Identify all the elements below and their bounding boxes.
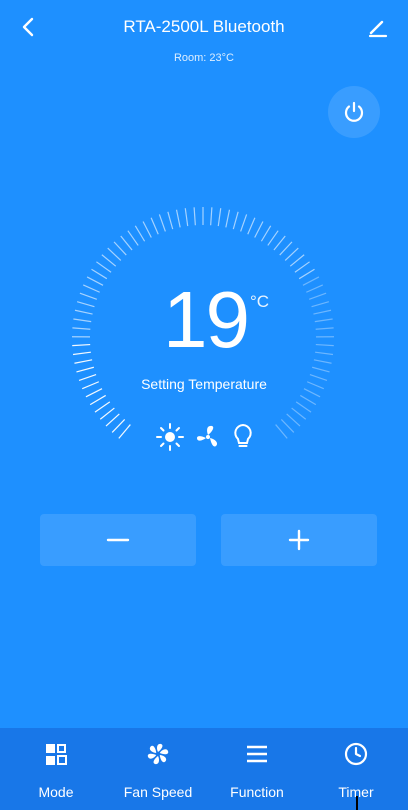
mode-icon [44,742,68,766]
bottom-nav: Mode Fan Speed Function Timer [0,728,408,810]
dial-tick [96,261,112,273]
dial-tick [94,401,111,413]
room-temperature: Room: 23°C [173,52,235,64]
nav-item-fan-speed[interactable]: Fan Speed [108,728,208,810]
plus-icon [288,529,310,551]
nav-label-fan-speed: Fan Speed [123,784,193,800]
dial-tick [120,235,133,251]
dial-tick [298,268,315,280]
decrease-temperature-button[interactable] [40,514,196,566]
edit-button[interactable] [368,18,388,38]
nav-item-function[interactable]: Function [207,728,307,810]
dial-tick [240,214,248,232]
power-icon [344,101,364,122]
pencil-icon [368,20,388,38]
thermostat-screen: RTA-2500L Bluetooth Room: 23°C 19 °C Set… [0,0,408,810]
dial-tick [280,419,295,433]
set-temperature: 19 [163,275,250,364]
dial-tick [193,207,196,226]
dial-tick [72,327,91,330]
dial-tick [158,214,166,232]
dial-tick [273,235,286,251]
dial-tick [291,407,307,420]
clock-icon [344,742,368,766]
dial-tick [76,366,95,373]
dial-tick [302,276,320,286]
dial-tick [113,241,127,256]
dial-tick [294,261,310,273]
dial-tick [315,327,334,330]
dial-tick [184,208,189,227]
fan-icon [193,422,223,457]
dial-tick [76,301,95,308]
dial-tick [142,221,152,238]
bulb-icon [231,422,255,457]
dial-tick [86,276,104,286]
dial-tick [89,394,106,406]
dial-tick [107,247,122,261]
dial-tick [254,221,264,238]
dial-tick [91,268,108,280]
dial-tick [295,401,312,413]
power-button[interactable] [328,86,380,138]
nav-label-mode: Mode [38,784,74,800]
dial-tick [127,230,139,246]
dial-tick [314,318,333,323]
dial-tick [175,209,181,228]
nav-label-function: Function [230,784,284,800]
dial-tick [74,309,93,315]
fan-speed-icon [146,742,170,766]
dial-tick [134,225,146,242]
active-mode-icons [155,422,255,452]
dial-tick [225,209,231,228]
dial-tick [275,424,288,439]
nav-item-mode[interactable]: Mode [6,728,106,810]
setting-temperature-label: Setting Temperature [141,376,267,392]
sun-icon [155,422,185,457]
dial-tick [105,413,120,427]
menu-icon [245,742,269,766]
text-cursor [356,796,358,810]
dial-tick [111,419,126,433]
dial-tick [217,208,222,227]
dial-tick [232,211,239,230]
dial-tick [167,211,174,230]
dial-tick [315,351,334,356]
dial-tick [72,343,91,347]
dial-tick [289,254,305,267]
temperature-unit: °C [250,292,270,311]
dial-tick [311,301,330,308]
dial-tick [313,309,332,315]
dial-tick [72,351,91,356]
dial-tick [247,217,256,235]
dial-tick [101,254,117,267]
minus-icon [106,538,130,542]
device-title: RTA-2500L Bluetooth [123,17,285,36]
dial-tick [300,394,317,406]
dial-tick [99,407,115,420]
dial-tick [118,424,131,439]
dial-tick [315,343,334,347]
dial-tick [74,359,93,364]
dial-tick [306,284,324,293]
dial-tick [79,292,98,300]
dial-tick [260,225,272,242]
dial-tick [267,230,279,246]
dial-tick [313,359,332,364]
dial-tick [150,217,159,235]
dial-tick [82,284,100,293]
dial-tick [73,318,92,323]
increase-temperature-button[interactable] [221,514,377,566]
dial-tick [286,413,301,427]
dial-tick [308,292,327,300]
dial-tick [279,241,293,256]
dial-tick [284,247,299,261]
dial-tick [210,207,213,226]
dial-tick [311,366,330,373]
